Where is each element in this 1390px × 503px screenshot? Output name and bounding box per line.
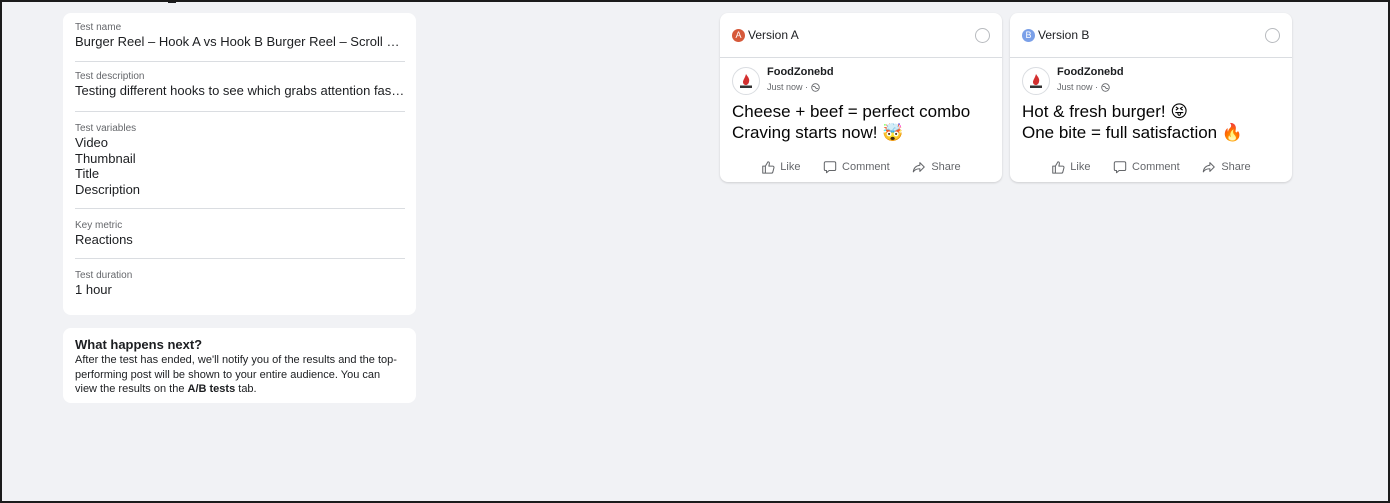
version-b-radio[interactable]: [1265, 28, 1280, 43]
post-caption: Cheese + beef = perfect combo Craving st…: [720, 102, 1002, 143]
post-time: Just now ·: [1057, 82, 1099, 92]
comment-label: Comment: [842, 161, 890, 173]
post-actions: Like Comment Share: [1010, 158, 1292, 176]
like-button[interactable]: Like: [761, 158, 800, 176]
post-meta: Just now ·: [1057, 81, 1124, 93]
test-summary-card: Test name Burger Reel – Hook A vs Hook B…: [63, 13, 416, 315]
test-name-label: Test name: [75, 22, 122, 33]
version-a-header: A Version A: [720, 13, 1002, 58]
version-a-label: Version A: [748, 28, 799, 42]
test-name-field: Test name Burger Reel – Hook A vs Hook B…: [75, 13, 405, 62]
what-happens-next-body: After the test has ended, we'll notify y…: [75, 353, 404, 397]
header-fragment: [168, 0, 176, 3]
test-description-value: Testing different hooks to see which gra…: [75, 83, 405, 98]
post-meta: Just now ·: [767, 81, 834, 93]
like-label: Like: [1070, 161, 1091, 173]
globe-icon: [1101, 82, 1110, 92]
page-name: FoodZonebd: [1057, 66, 1124, 78]
test-description-field: Test description Testing different hooks…: [75, 62, 405, 112]
post-header: FoodZonebd Just now ·: [1010, 58, 1292, 102]
test-duration-label: Test duration: [75, 270, 133, 281]
version-b-header: B Version B: [1010, 13, 1292, 58]
version-b-card[interactable]: B Version B FoodZonebd Just now · Hot & …: [1010, 13, 1292, 182]
page-name: FoodZonebd: [767, 66, 834, 78]
like-button[interactable]: Like: [1051, 158, 1090, 176]
key-metric-label: Key metric: [75, 220, 123, 231]
post-header: FoodZonebd Just now ·: [720, 58, 1002, 102]
test-description-label: Test description: [75, 71, 145, 82]
version-a-radio[interactable]: [975, 28, 990, 43]
share-icon: [913, 162, 926, 173]
like-label: Like: [780, 161, 801, 173]
post-caption-line: Hot & fresh burger! 😝: [1022, 102, 1189, 121]
share-label: Share: [931, 161, 961, 173]
ab-tests-tab-reference: A/B tests: [187, 383, 236, 395]
post-caption: Hot & fresh burger! 😝 One bite = full sa…: [1010, 102, 1292, 143]
test-variable-item: Video: [75, 135, 109, 150]
test-name-value: Burger Reel – Hook A vs Hook B Burger Re…: [75, 34, 405, 49]
post-caption-line: One bite = full satisfaction 🔥: [1022, 122, 1244, 142]
foodzone-logo-icon: [740, 74, 752, 88]
key-metric-field: Key metric Reactions: [75, 209, 405, 259]
test-variables-label: Test variables: [75, 123, 137, 134]
test-variables-field: Test variables Video Thumbnail Title Des…: [75, 112, 405, 209]
comment-button[interactable]: Comment: [1113, 158, 1180, 176]
thumbs-up-icon: [762, 161, 775, 174]
next-body-tail: tab.: [235, 383, 257, 395]
comment-button[interactable]: Comment: [823, 158, 890, 176]
version-a-card[interactable]: A Version A FoodZonebd Just now · Cheese…: [720, 13, 1002, 182]
comment-icon: [823, 161, 837, 174]
post-time: Just now ·: [767, 82, 809, 92]
what-happens-next-card: What happens next? After the test has en…: [63, 328, 416, 403]
version-b-badge: B: [1022, 28, 1035, 42]
page-avatar: [1022, 67, 1050, 95]
post-actions: Like Comment Share: [720, 158, 1002, 176]
test-variable-item: Thumbnail: [75, 150, 136, 166]
thumbs-up-icon: [1052, 161, 1065, 174]
version-a-badge: A: [732, 28, 745, 42]
test-duration-field: Test duration 1 hour: [75, 259, 405, 311]
share-label: Share: [1221, 161, 1251, 173]
what-happens-next-title: What happens next?: [75, 337, 203, 352]
share-button[interactable]: Share: [1202, 158, 1251, 176]
foodzone-logo-icon: [1030, 74, 1042, 88]
share-icon: [1203, 162, 1216, 173]
version-b-label: Version B: [1038, 28, 1090, 42]
globe-icon: [811, 82, 820, 92]
key-metric-value: Reactions: [75, 232, 133, 247]
post-caption-line: Craving starts now! 🤯: [732, 122, 904, 142]
comment-label: Comment: [1132, 161, 1180, 173]
share-button[interactable]: Share: [912, 158, 961, 176]
post-caption-line: Cheese + beef = perfect combo: [732, 102, 971, 121]
comment-icon: [1113, 161, 1127, 174]
test-duration-value: 1 hour: [75, 282, 112, 297]
page-avatar: [732, 67, 760, 95]
test-variable-item: Title: [75, 166, 100, 181]
test-variable-item: Description: [75, 181, 141, 197]
